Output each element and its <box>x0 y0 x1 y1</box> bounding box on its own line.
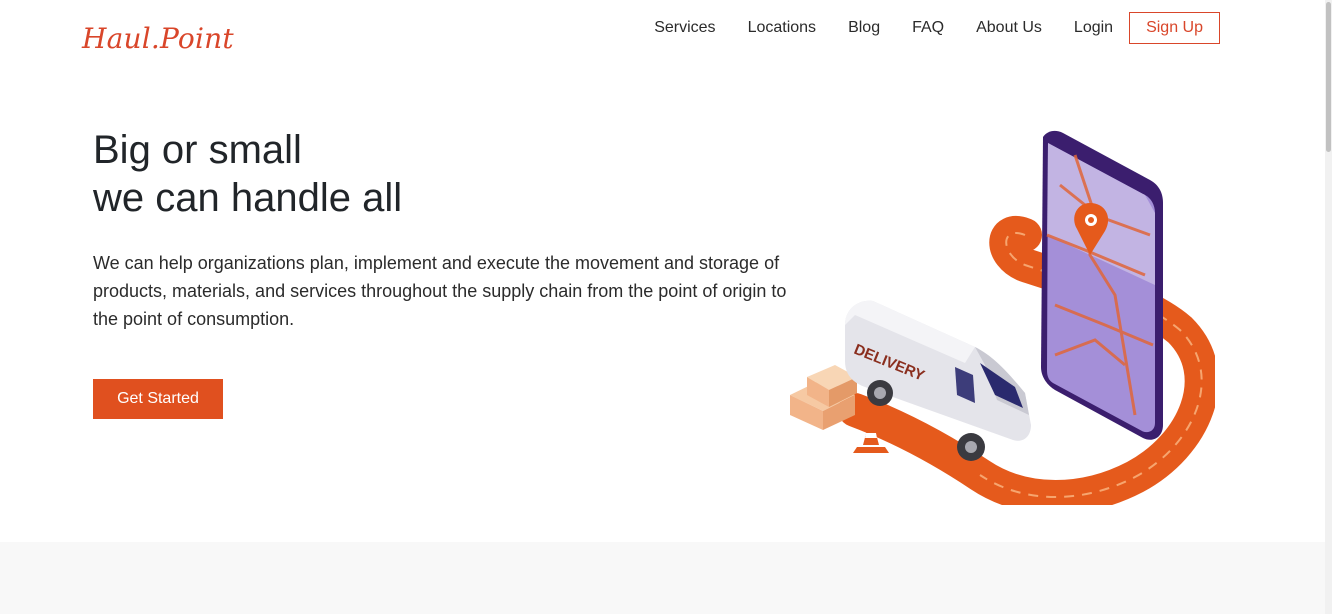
phone-icon <box>1041 130 1163 440</box>
bottom-section <box>0 542 1325 614</box>
brand-name: Haul <box>82 22 151 55</box>
page: Haul.Point Services Locations Blog FAQ A… <box>0 0 1325 614</box>
get-started-button[interactable]: Get Started <box>93 379 223 419</box>
nav-item-about-us[interactable]: About Us <box>976 12 1042 44</box>
brand-logo[interactable]: Haul.Point <box>82 22 234 55</box>
scrollbar[interactable] <box>1325 0 1332 614</box>
hero-title: Big or small we can handle all <box>93 126 402 222</box>
nav-item-services[interactable]: Services <box>654 12 715 44</box>
nav-item-login[interactable]: Login <box>1074 12 1113 44</box>
delivery-illustration: DELIVERY <box>790 130 1215 505</box>
hero-title-line-2: we can handle all <box>93 176 403 220</box>
main-nav: Services Locations Blog FAQ About Us Log… <box>654 12 1220 44</box>
hero-description: We can help organizations plan, implemen… <box>93 253 787 329</box>
scrollbar-thumb[interactable] <box>1326 2 1331 152</box>
nav-item-locations[interactable]: Locations <box>748 12 817 44</box>
sign-up-button[interactable]: Sign Up <box>1129 12 1220 44</box>
nav-item-faq[interactable]: FAQ <box>912 12 944 44</box>
hero-title-line-1: Big or small <box>93 128 302 172</box>
brand-dot: . <box>150 22 161 55</box>
nav-item-blog[interactable]: Blog <box>848 12 880 44</box>
brand-name-2: Point <box>160 22 234 55</box>
